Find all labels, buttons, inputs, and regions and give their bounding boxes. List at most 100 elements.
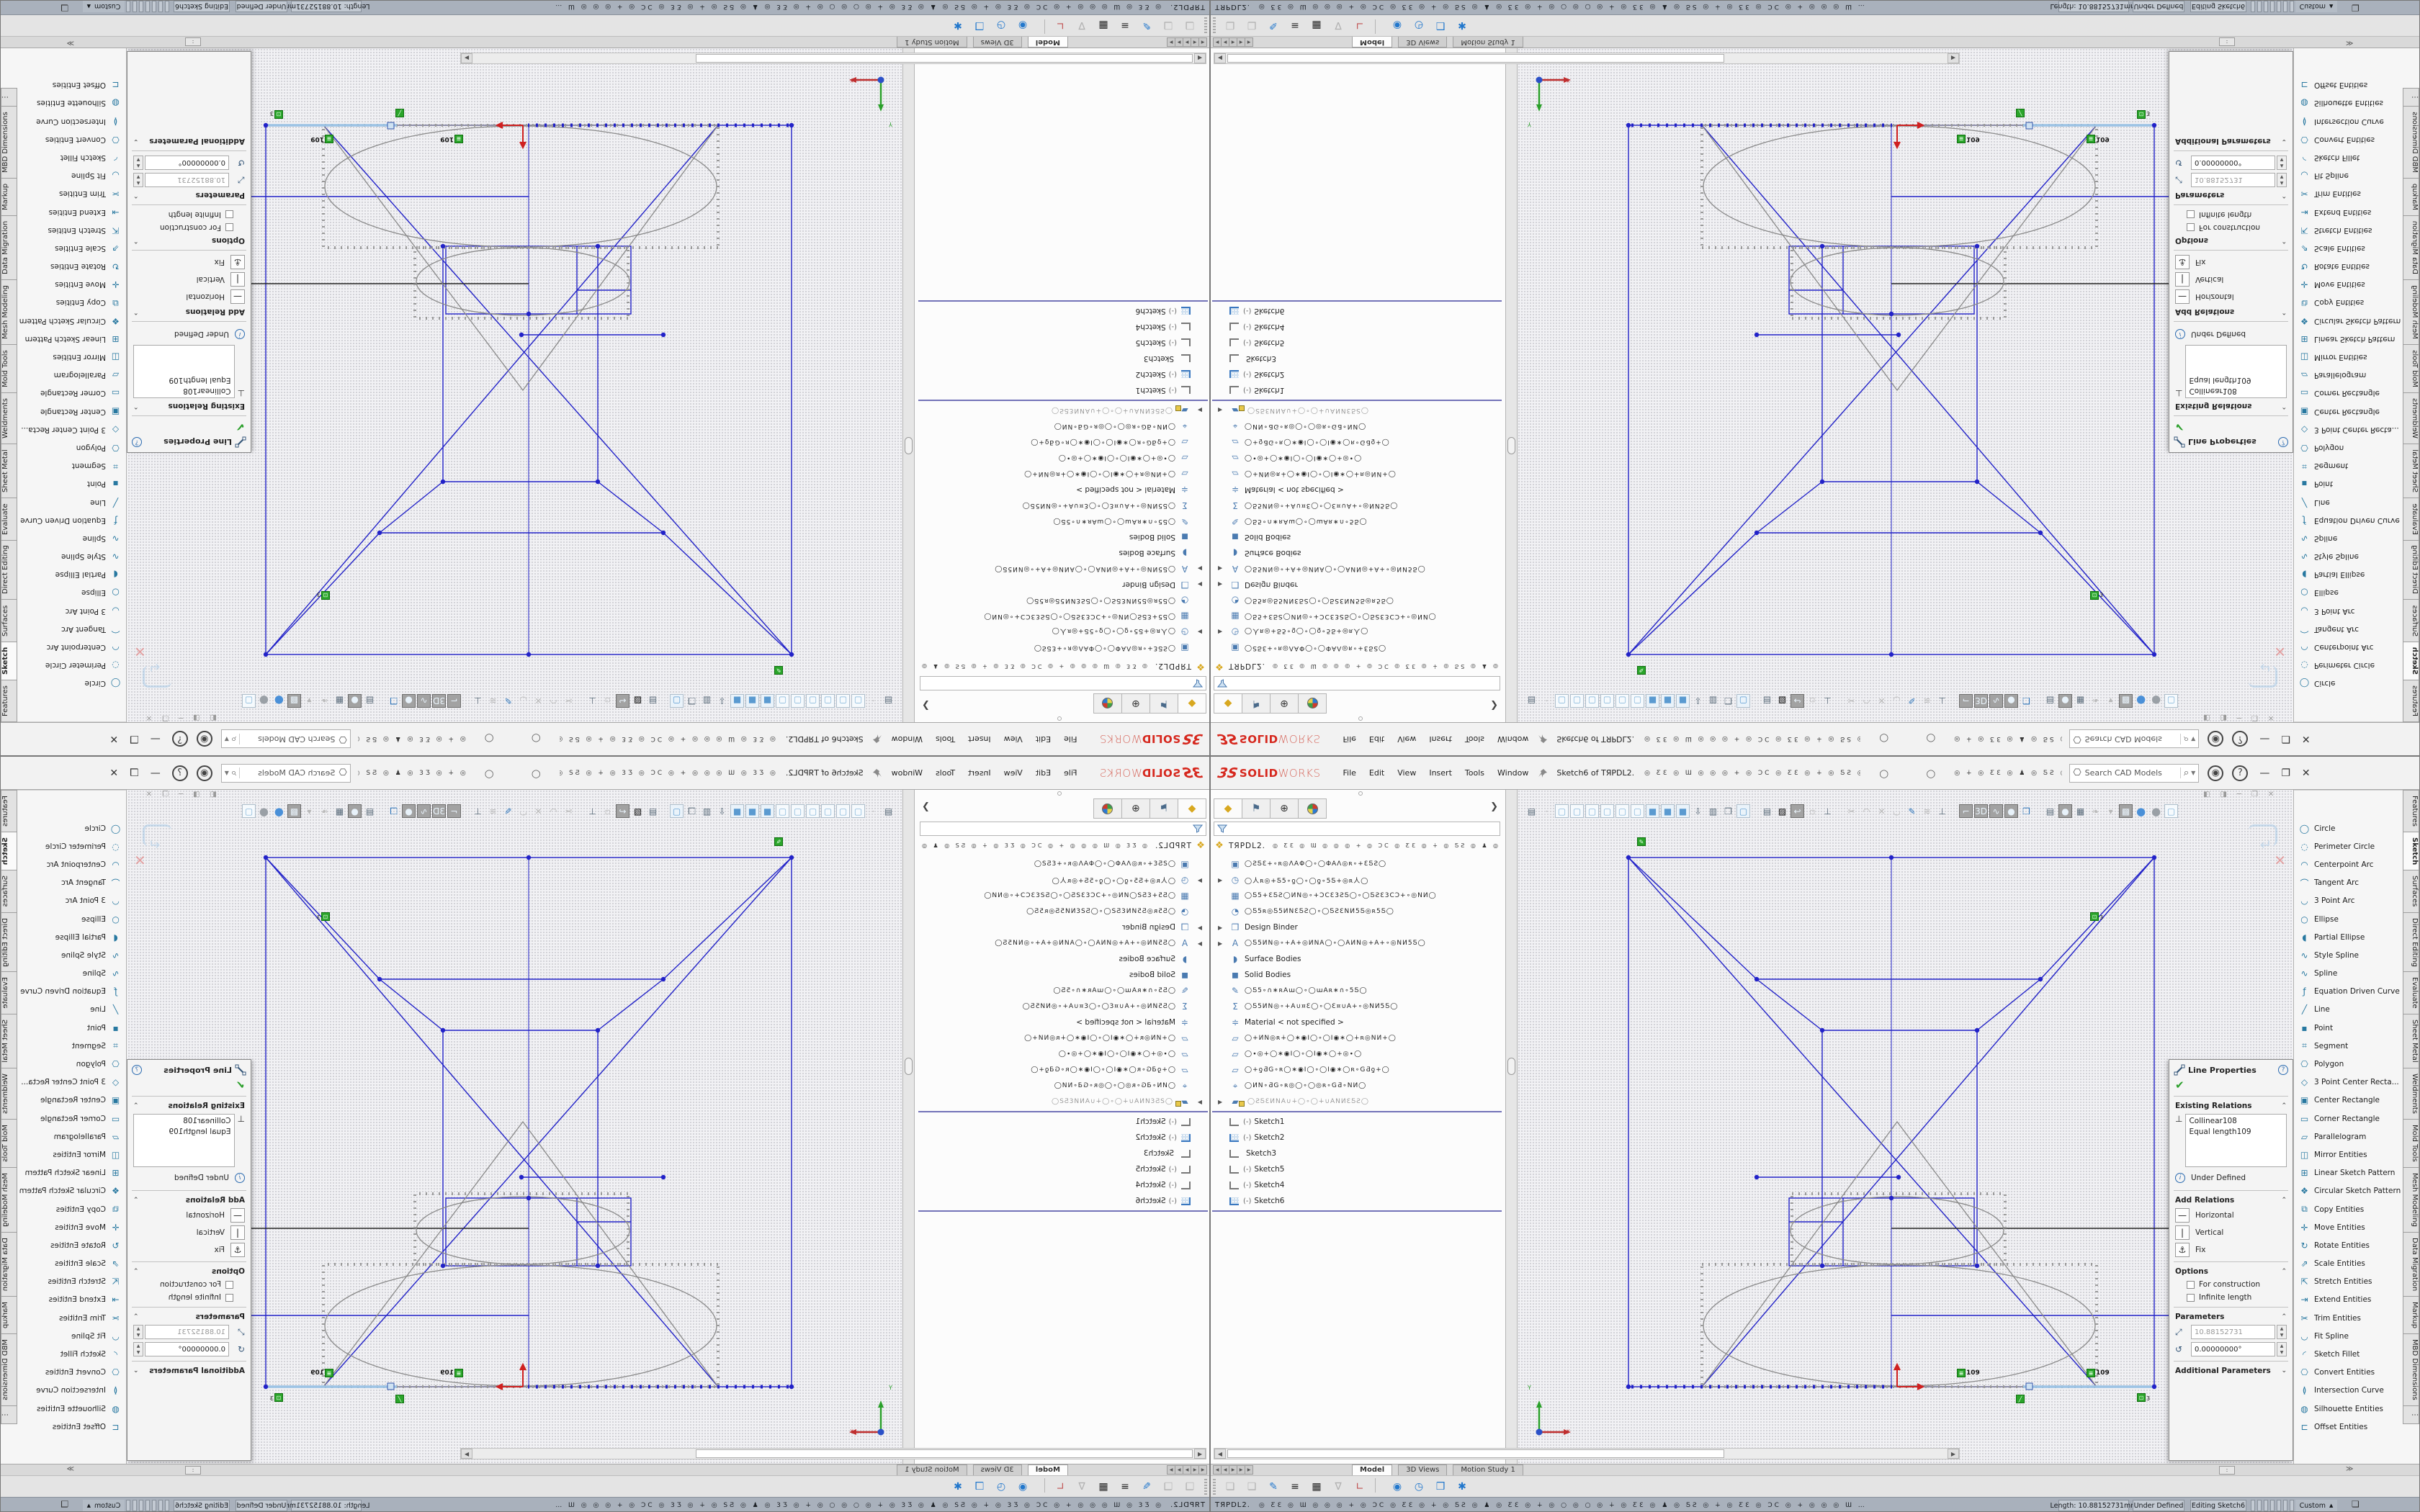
- panel-collapse-dot[interactable]: [1358, 791, 1363, 796]
- relation-badge-3[interactable]: ⊡3: [2137, 1393, 2150, 1402]
- panel-collapse-dot[interactable]: [1358, 716, 1363, 721]
- tool-button[interactable]: ▣ Center Rectangle: [17, 1092, 126, 1110]
- expander-icon[interactable]: ▶: [1218, 877, 1222, 883]
- command-tab[interactable]: ⋮: [1, 1405, 17, 1424]
- tree-row[interactable]: ▶ ▱ ◯+ͶN◎ʀ∔◯∗◉I◯∘◯I◉∗◯∔ʀ◎NͶ+◯: [914, 1030, 1209, 1046]
- expand-icon[interactable]: ⌄: [2281, 1367, 2287, 1374]
- panel-tabs-expand-icon[interactable]: ❯: [922, 700, 930, 711]
- section-options[interactable]: Options⌃: [127, 234, 251, 247]
- motion-toolbar-icon[interactable]: ∇: [1329, 17, 1348, 35]
- restore-button[interactable]: ❐: [130, 768, 139, 779]
- user-account-icon[interactable]: ◉: [2208, 732, 2223, 747]
- minimize-button[interactable]: —: [2259, 734, 2269, 745]
- tool-button[interactable]: ⊞ Linear Sketch Pattern: [17, 1164, 126, 1182]
- close-button[interactable]: ✕: [109, 734, 118, 745]
- motion-toolbar-icon[interactable]: ◉: [1388, 17, 1407, 35]
- tree-row[interactable]: ▶ ◼ Solid Bodies: [914, 529, 1209, 545]
- collapse-icon[interactable]: ⌃: [133, 1197, 139, 1204]
- tool-button[interactable]: ○ Ellipse: [17, 910, 126, 928]
- angle-input[interactable]: 0.00000000°: [2191, 156, 2275, 170]
- tree-row[interactable]: ▶ ▦ ◯Ƽ5+ƐƼƧ◯ͶN◎∘+ƆCƐ3ƧƼ◯∘◯ƼƧƐ3CƆ+∘◎NͶ◯: [914, 888, 1209, 904]
- selection-dashed-boxes[interactable]: [1702, 125, 2097, 318]
- collapse-icon[interactable]: ⌃: [133, 192, 139, 199]
- motion-toolbar-icon[interactable]: ✎: [1137, 17, 1156, 35]
- horizontal-scrollbar[interactable]: ◀ ▶: [460, 53, 1206, 64]
- search-box[interactable]: ⎔ Search CAD Models ⌕ ▼: [2069, 730, 2199, 749]
- tool-button[interactable]: ▣ Center Rectangle: [17, 402, 126, 420]
- motion-tab[interactable]: Model: [1352, 36, 1392, 48]
- tool-button[interactable]: ▪ Point: [17, 475, 126, 493]
- tree-row[interactable]: ▶ ▰ ◯ƧƼƐͶNА∪∔◯∘◯∔∪АNͶƐƼƧ◯: [1211, 1094, 1506, 1110]
- tool-button[interactable]: ❖ Circular Sketch Pattern: [2294, 1182, 2403, 1200]
- expand-icon[interactable]: ⌄: [133, 138, 139, 145]
- tool-button[interactable]: ⊞ Linear Sketch Pattern: [17, 330, 126, 348]
- section-options[interactable]: Options⌃: [2169, 1265, 2293, 1278]
- command-tab[interactable]: Features: [1, 790, 17, 832]
- tab-display-manager[interactable]: [1298, 693, 1327, 714]
- command-tab[interactable]: Surfaces: [1, 599, 17, 642]
- relation-badge-3[interactable]: ⊡3: [2137, 110, 2150, 119]
- tool-button[interactable]: ⌒ Tangent Arc: [17, 874, 126, 892]
- rollback-bar[interactable]: [918, 1111, 1208, 1112]
- tool-button[interactable]: ▪ Point: [2294, 475, 2403, 493]
- command-tab[interactable]: Data Migration: [1, 1232, 17, 1297]
- section-add-relations[interactable]: Add Relations⌃: [2169, 305, 2293, 318]
- add-relation-button[interactable]: | Vertical: [2169, 1224, 2293, 1241]
- expander-icon[interactable]: ▶: [1198, 566, 1202, 572]
- toolbar-grip[interactable]: [1213, 17, 1216, 33]
- menu-item[interactable]: Insert: [1422, 732, 1458, 747]
- tool-button[interactable]: ◫ Mirror Entities: [17, 1146, 126, 1164]
- circle-tool-icon[interactable]: ○: [485, 733, 494, 746]
- motion-toolbar-icon[interactable]: ∟: [1051, 1478, 1070, 1495]
- add-relation-button[interactable]: ⚓ Fix: [127, 1241, 251, 1259]
- tree-row[interactable]: ▶ ◔ ◯Ƽ5ʀ◎Ƽ5ͶNƐƼƧ◯∘◯ƼƧƐNͶ5Ƽ◎ʀ5Ƽ◯: [914, 904, 1209, 919]
- collapse-icon[interactable]: ⌃: [2281, 1313, 2287, 1320]
- motion-toolbar-icon[interactable]: ❏: [1221, 17, 1240, 35]
- expander-icon[interactable]: ▶: [1218, 924, 1222, 931]
- relation-item[interactable]: Collinear108: [2189, 385, 2283, 396]
- tool-button[interactable]: ⇗ Scale Entities: [2294, 239, 2403, 257]
- tab-display-manager[interactable]: [1093, 798, 1122, 819]
- collapse-icon[interactable]: ⌃: [133, 237, 139, 244]
- splitter-knob[interactable]: [905, 437, 913, 454]
- collapse-icon[interactable]: ⌃: [2281, 237, 2287, 244]
- sketch-row[interactable]: (-) Sketch5: [914, 1161, 1209, 1177]
- angle-input[interactable]: 0.00000000°: [145, 156, 229, 170]
- splitter-knob[interactable]: [905, 1058, 913, 1075]
- dimension-label[interactable]: ≡109: [1957, 135, 1980, 143]
- tool-button[interactable]: ⇥ Extend Entities: [17, 203, 126, 221]
- help-icon[interactable]: ?: [172, 765, 188, 781]
- search-icon[interactable]: ⌕: [2180, 734, 2189, 744]
- tool-button[interactable]: ◡ 3 Point Arc: [17, 602, 126, 620]
- tree-row[interactable]: ▶ ✎ ◯Ƽ5∘∩∗ʀАɯ◯∘◯ɯАʀ∗∩∘5Ƽ◯: [1211, 513, 1506, 529]
- minimize-button[interactable]: —: [2259, 768, 2269, 779]
- checkbox[interactable]: [225, 1294, 233, 1302]
- collapse-icon[interactable]: ⌃: [133, 1313, 139, 1320]
- expander-icon[interactable]: ▶: [1198, 629, 1202, 636]
- motion-toolbar-icon[interactable]: ❒: [1431, 1478, 1450, 1495]
- tool-button[interactable]: ≬ Intersection Curve: [17, 112, 126, 130]
- tool-button[interactable]: ╱ Line: [17, 1001, 126, 1019]
- edit-point-badge[interactable]: ✎: [1637, 666, 1646, 675]
- tool-button[interactable]: ◍ Silhouette Entities: [17, 94, 126, 112]
- circle-tool-icon[interactable]: ○: [532, 767, 541, 780]
- sketch-row[interactable]: (-) Sketch5: [914, 335, 1209, 351]
- selected-endpoint-handle[interactable]: [387, 1383, 394, 1390]
- quick-access-toolbar-icons[interactable]: ◎ ∔ ◎ ƸƐ ◎ ♟ ◎ ƼƧ ◎ ∔ ◎ ƸƐ ◎ ƆC ◎ + ◎ ◎ …: [1954, 736, 2062, 743]
- length-spinner[interactable]: ▲▼: [133, 173, 143, 187]
- tree-row[interactable]: ▶ ▰ ◯ƧƼƐͶNА∪∔◯∘◯∔∪АNͶƐƼƧ◯: [914, 402, 1209, 418]
- tool-button[interactable]: ▪ Point: [17, 1019, 126, 1037]
- scroll-left-icon[interactable]: ◀: [1194, 53, 1206, 63]
- menu-item[interactable]: Window: [1491, 732, 1535, 747]
- tool-button[interactable]: ↻ Rotate Entities: [2294, 258, 2403, 276]
- command-tab[interactable]: Sheet Metal: [1, 444, 17, 498]
- pin-icon[interactable]: [1538, 734, 1548, 744]
- tool-button[interactable]: ⌗ Segment: [17, 1037, 126, 1055]
- motion-toolbar-icon[interactable]: ❒: [970, 1478, 989, 1495]
- toolbar-grip[interactable]: [1213, 1479, 1216, 1495]
- tool-button[interactable]: ⊏ Offset Entities: [2294, 1418, 2403, 1436]
- tab-scroll-icon[interactable]: ▶: [1245, 37, 1253, 47]
- motion-toolbar-icon[interactable]: ❏: [1242, 17, 1261, 35]
- tool-button[interactable]: ⌒ Tangent Arc: [17, 620, 126, 638]
- scrollbar-thumb[interactable]: [696, 1449, 1193, 1458]
